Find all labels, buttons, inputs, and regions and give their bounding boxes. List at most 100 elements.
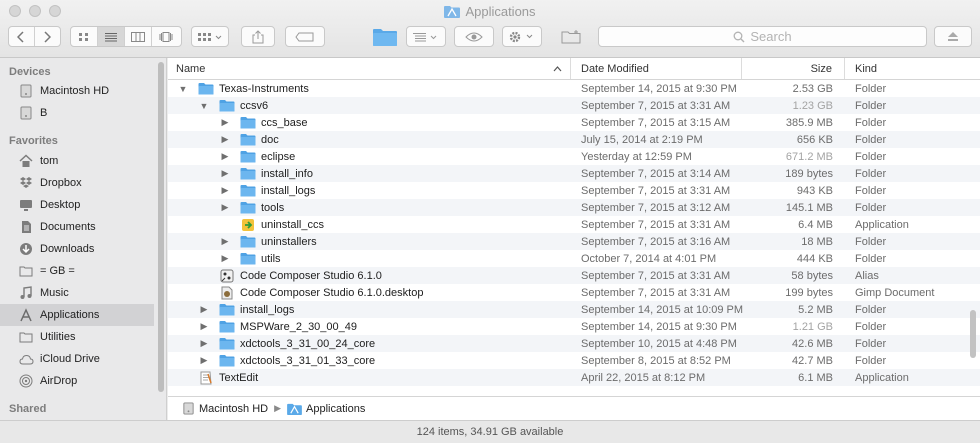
- table-row[interactable]: ▶ MSPWare_2_30_00_49 September 14, 2015 at…: [168, 318, 980, 335]
- row-date-cell: September 7, 2015 at 3:31 AM: [581, 286, 731, 299]
- table-row[interactable]: ▶ tools September 7, 2015 at 3:12 AM 145.1 …: [168, 199, 980, 216]
- table-row[interactable]: ▶ ccs_base September 7, 2015 at 3:15 AM 385…: [168, 114, 980, 131]
- cover-flow-button[interactable]: [152, 27, 179, 46]
- table-row[interactable]: ▶ uninstallers September 7, 2015 at 3:16 A…: [168, 233, 980, 250]
- table-row[interactable]: ▶ xdctools_3_31_00_24_core September 10, 2…: [168, 335, 980, 352]
- disclosure-collapsed-icon[interactable]: ▶: [220, 168, 230, 179]
- disclosure-collapsed-icon[interactable]: ▶: [220, 253, 230, 264]
- list-scrollbar[interactable]: [970, 310, 976, 358]
- search-field[interactable]: Search: [598, 26, 927, 47]
- table-row[interactable]: ▶ eclipse Yesterday at 12:59 PM 671.2 MB Fol…: [168, 148, 980, 165]
- table-row[interactable]: ▼ ccsv6 September 7, 2015 at 3:31 AM 1.23 G…: [168, 97, 980, 114]
- folder-button[interactable]: [370, 26, 400, 47]
- row-name-cell: ▶ tools: [168, 201, 571, 215]
- row-name-label: xdctools_3_31_00_24_core: [240, 337, 376, 350]
- row-size-cell: 2.53 GB: [792, 82, 833, 95]
- row-kind-cell: Folder: [855, 320, 887, 333]
- sidebar-item-music[interactable]: Music: [0, 282, 154, 304]
- disclosure-collapsed-icon[interactable]: ▶: [220, 117, 230, 128]
- row-kind-cell: Folder: [855, 167, 887, 180]
- sidebar-item-b[interactable]: B: [0, 102, 154, 124]
- row-kind-cell: Gimp Document: [855, 286, 935, 299]
- eject-button[interactable]: [934, 26, 972, 47]
- arrange-grid-icon: [198, 32, 222, 41]
- file-rows: ▼ Texas-Instruments September 14, 2015 at …: [168, 80, 980, 386]
- sidebar-item-macintosh-hd[interactable]: Macintosh HD: [0, 80, 154, 102]
- disclosure-collapsed-icon[interactable]: ▶: [199, 321, 209, 332]
- quick-look-button[interactable]: [454, 26, 494, 47]
- column-header-kind[interactable]: Kind: [845, 58, 980, 79]
- row-size-cell: 42.6 MB: [792, 337, 833, 350]
- column-view-button[interactable]: [125, 27, 152, 46]
- cloud-icon: [18, 351, 34, 367]
- disclosure-collapsed-icon[interactable]: ▶: [199, 304, 209, 315]
- sidebar-scrollbar[interactable]: [158, 62, 164, 392]
- status-bar: 124 items, 34.91 GB available: [0, 420, 980, 443]
- sidebar-item-airdrop[interactable]: AirDrop: [0, 370, 154, 392]
- table-row[interactable]: uninstall_ccs September 7, 2015 at 3:31 A…: [168, 216, 980, 233]
- disclosure-collapsed-icon[interactable]: ▶: [220, 151, 230, 162]
- table-row[interactable]: ▶ doc July 15, 2014 at 2:19 PM 656 KB Folder: [168, 131, 980, 148]
- row-size-cell: 656 KB: [796, 133, 833, 146]
- disclosure-collapsed-icon[interactable]: ▶: [220, 134, 230, 145]
- row-kind-cell: Folder: [855, 150, 887, 163]
- disclosure-collapsed-icon[interactable]: ▶: [220, 185, 230, 196]
- disclosure-expanded-icon[interactable]: ▼: [199, 101, 209, 111]
- sidebar-item-gb[interactable]: = GB =: [0, 260, 154, 282]
- disclosure-expanded-icon[interactable]: ▼: [178, 84, 188, 94]
- column-header-date[interactable]: Date Modified: [571, 58, 742, 79]
- action-button[interactable]: [502, 26, 542, 47]
- sidebar-item-applications[interactable]: Applications: [0, 304, 154, 326]
- status-text: 124 items, 34.91 GB available: [416, 426, 564, 438]
- desktop-icon: [18, 197, 34, 213]
- table-row[interactable]: ▶ xdctools_3_31_01_33_core September 8, 20…: [168, 352, 980, 369]
- table-row[interactable]: Code Composer Studio 6.1.0 September 7, 2…: [168, 267, 980, 284]
- row-name-label: Code Composer Studio 6.1.0.desktop: [240, 286, 424, 299]
- sidebar-item-icloud-drive[interactable]: iCloud Drive: [0, 348, 154, 370]
- disclosure-collapsed-icon[interactable]: ▶: [220, 202, 230, 213]
- forward-button[interactable]: [35, 27, 60, 46]
- disclosure-collapsed-icon[interactable]: ▶: [199, 338, 209, 349]
- list-options-button[interactable]: [406, 26, 446, 47]
- row-name-label: TextEdit: [219, 371, 259, 384]
- arrange-button[interactable]: [191, 26, 229, 47]
- edit-tags-button[interactable]: [285, 26, 325, 47]
- row-date-cell: July 15, 2014 at 2:19 PM: [581, 133, 703, 146]
- back-button[interactable]: [9, 27, 35, 46]
- column-header-name[interactable]: Name: [168, 58, 571, 79]
- table-row[interactable]: ▶ install_logs September 14, 2015 at 10:09…: [168, 301, 980, 318]
- disclosure-collapsed-icon[interactable]: ▶: [199, 355, 209, 366]
- sidebar-item-tom[interactable]: tom: [0, 150, 154, 172]
- sidebar-item-documents[interactable]: Documents: [0, 216, 154, 238]
- eye-icon: [465, 32, 483, 41]
- alias-icon: [219, 269, 235, 283]
- airdrop-icon: [18, 373, 34, 389]
- list-view-button[interactable]: [98, 27, 125, 46]
- sidebar-item-dropbox[interactable]: Dropbox: [0, 172, 154, 194]
- icon-view-button[interactable]: [71, 27, 98, 46]
- table-row[interactable]: ▼ Texas-Instruments September 14, 2015 at …: [168, 80, 980, 97]
- table-row[interactable]: ▶ utils October 7, 2014 at 4:01 PM 444 KB Fo…: [168, 250, 980, 267]
- table-row[interactable]: TextEdit April 22, 2015 at 8:12 PM 6.1 MB A…: [168, 369, 980, 386]
- sidebar-item-utilities[interactable]: Utilities: [0, 326, 154, 348]
- row-name-label: doc: [261, 133, 279, 146]
- blue-folder-icon: [373, 28, 397, 46]
- table-row[interactable]: ▶ install_logs September 7, 2015 at 3:31 A…: [168, 182, 980, 199]
- row-date-cell: September 7, 2015 at 3:31 AM: [581, 218, 731, 231]
- column-header-size[interactable]: Size: [742, 58, 845, 79]
- row-name-label: install_logs: [261, 184, 316, 197]
- path-item-macintosh-hd[interactable]: Macintosh HD: [182, 402, 268, 415]
- sidebar-item-desktop[interactable]: Desktop: [0, 194, 154, 216]
- share-button[interactable]: [241, 26, 275, 47]
- sidebar-item-downloads[interactable]: Downloads: [0, 238, 154, 260]
- new-folder-button[interactable]: [554, 26, 588, 47]
- path-item-applications[interactable]: Applications: [287, 403, 365, 415]
- disclosure-collapsed-icon[interactable]: ▶: [220, 236, 230, 247]
- table-row[interactable]: Code Composer Studio 6.1.0.desktop Septem…: [168, 284, 980, 301]
- folder-icon: [240, 133, 256, 147]
- row-size-cell: 145.1 MB: [785, 201, 833, 214]
- row-kind-cell: Application: [855, 371, 909, 384]
- downloads-icon: [18, 241, 34, 257]
- table-row[interactable]: ▶ install_info September 7, 2015 at 3:14 A…: [168, 165, 980, 182]
